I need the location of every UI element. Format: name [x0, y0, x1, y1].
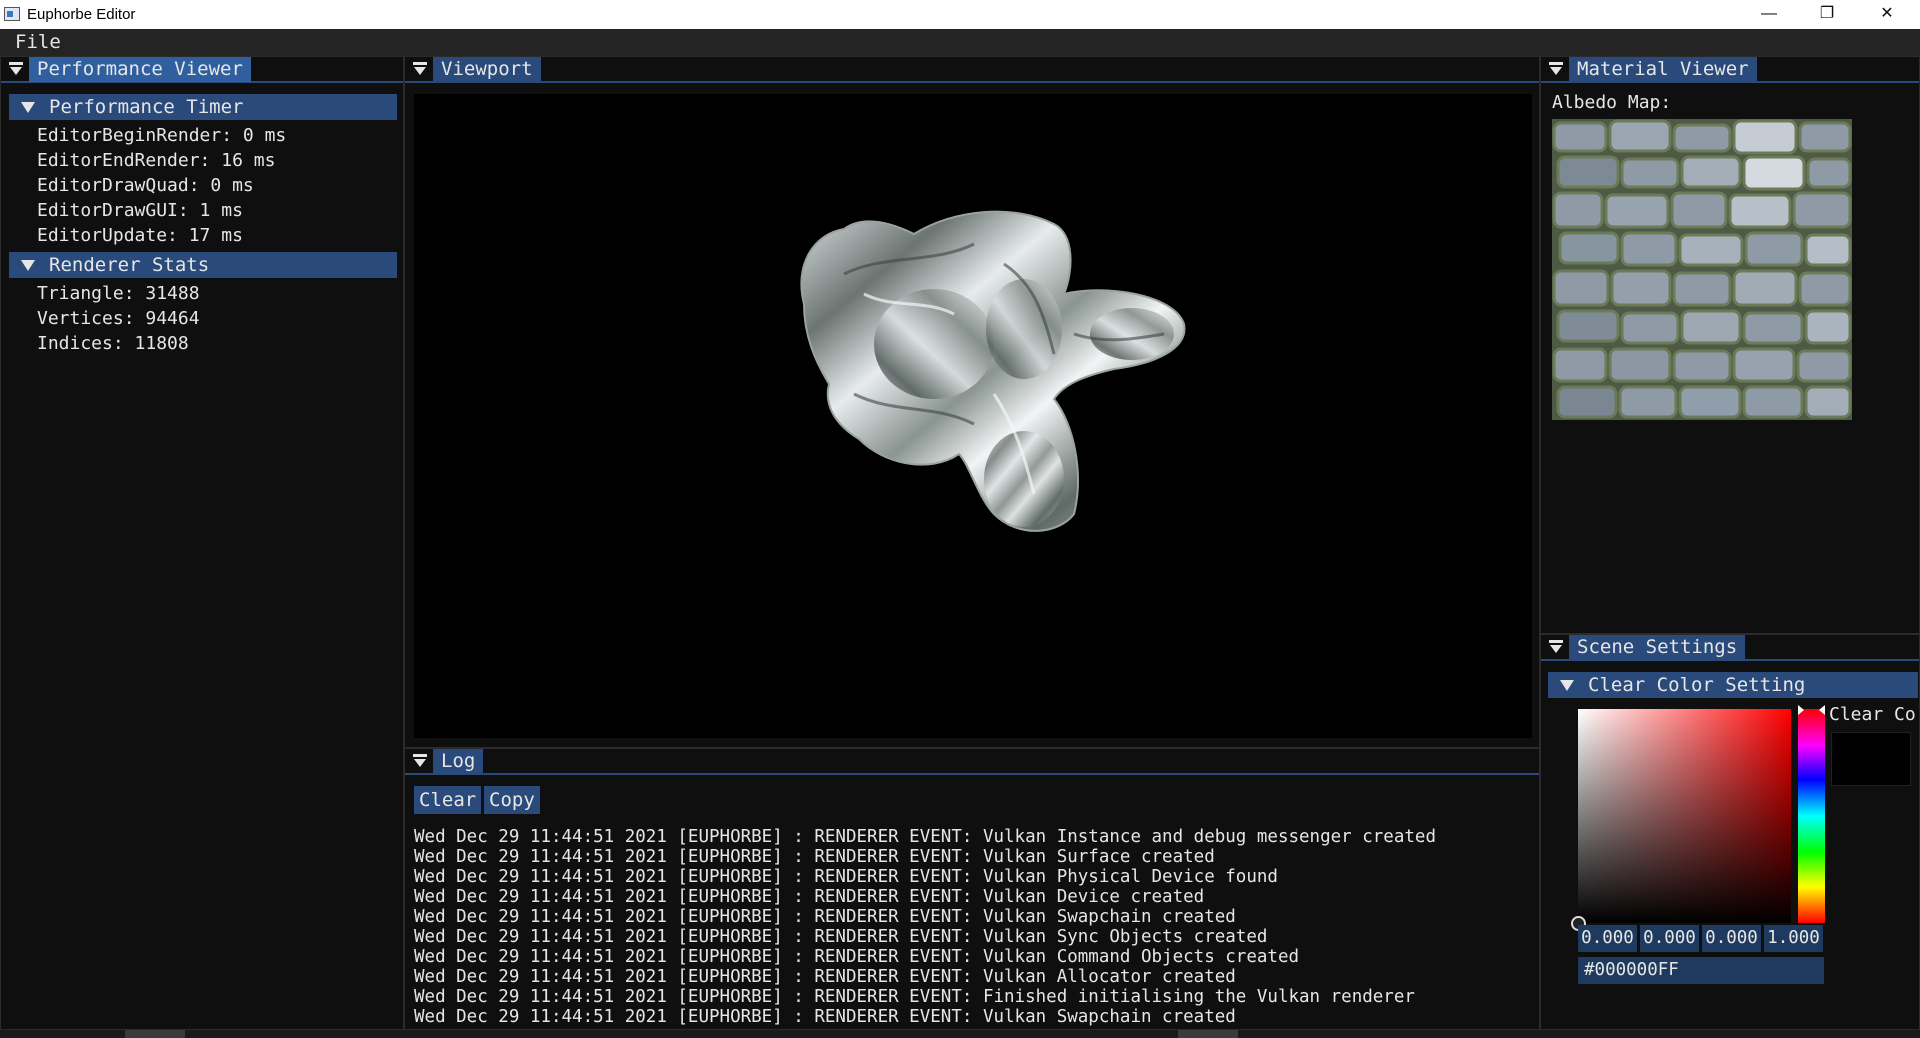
menu-file[interactable]: File — [15, 31, 61, 53]
alpha-field[interactable]: 1.000 — [1764, 925, 1823, 952]
viewport-canvas[interactable] — [414, 94, 1532, 738]
performance-timer-label: Performance Timer — [49, 96, 244, 118]
log-line: Wed Dec 29 11:44:51 2021 [EUPHORBE] : RE… — [414, 827, 1436, 847]
bottom-scrollbar-thumb[interactable] — [1178, 1030, 1238, 1038]
expanded-triangle-icon — [21, 102, 35, 113]
maximize-button[interactable]: ❐ — [1798, 0, 1856, 29]
clear-log-button[interactable]: Clear — [414, 786, 482, 814]
copy-log-button[interactable]: Copy — [484, 786, 540, 814]
stat-line: Indices: 11808 — [37, 333, 189, 354]
tab-viewport[interactable]: Viewport — [433, 57, 541, 82]
saturation-value-picker[interactable] — [1578, 709, 1791, 923]
log-line: Wed Dec 29 11:44:51 2021 [EUPHORBE] : RE… — [414, 907, 1236, 927]
stat-line: Triangle: 31488 — [37, 283, 200, 304]
albedo-map-label: Albedo Map: — [1552, 92, 1672, 113]
hue-slider[interactable] — [1798, 709, 1825, 923]
stat-line: Vertices: 94464 — [37, 308, 200, 329]
minimize-button[interactable]: — — [1740, 0, 1798, 29]
albedo-map-texture — [1552, 119, 1852, 420]
performance-viewer-panel: Performance Viewer Performance Timer Edi… — [0, 56, 404, 1030]
panel-tabbar: Material Viewer — [1541, 57, 1919, 83]
renderer-stats-header[interactable]: Renderer Stats — [9, 252, 397, 278]
cobblestone-texture-image — [1552, 119, 1852, 420]
material-viewer-panel: Material Viewer Albedo Map: — [1540, 56, 1920, 634]
log-line: Wed Dec 29 11:44:51 2021 [EUPHORBE] : RE… — [414, 887, 1205, 907]
collapse-menu-icon[interactable] — [9, 62, 23, 76]
log-line: Wed Dec 29 11:44:51 2021 [EUPHORBE] : RE… — [414, 1007, 1236, 1027]
clear-color-preview-label: Clear Co — [1829, 704, 1916, 725]
timer-line: EditorDrawGUI: 1 ms — [37, 200, 243, 221]
timer-line: EditorUpdate: 17 ms — [37, 225, 243, 246]
hue-marker-icon — [1798, 705, 1804, 715]
panel-tabbar: Performance Viewer — [1, 57, 403, 83]
bottom-scrollbar-thumb[interactable] — [125, 1030, 185, 1038]
collapse-menu-icon[interactable] — [413, 754, 427, 768]
viewport-panel: Viewport — [404, 56, 1540, 748]
clear-color-setting-label: Clear Color Setting — [1588, 674, 1806, 696]
bottom-scrollbar-track — [0, 1030, 1920, 1038]
close-button[interactable]: ✕ — [1858, 0, 1916, 29]
panel-tabbar: Scene Settings — [1541, 635, 1919, 661]
collapse-menu-icon[interactable] — [1549, 640, 1563, 654]
tab-log[interactable]: Log — [433, 749, 484, 774]
expanded-triangle-icon — [21, 260, 35, 271]
log-line: Wed Dec 29 11:44:51 2021 [EUPHORBE] : RE… — [414, 847, 1215, 867]
red-field[interactable]: 0.000 — [1578, 925, 1637, 952]
window-titlebar: Euphorbe Editor — ❐ ✕ — [0, 0, 1920, 29]
panel-tabbar: Viewport — [405, 57, 1539, 83]
scene-settings-panel: Scene Settings Clear Color Setting Clear… — [1540, 634, 1920, 1030]
log-line: Wed Dec 29 11:44:51 2021 [EUPHORBE] : RE… — [414, 987, 1415, 1007]
performance-timer-header[interactable]: Performance Timer — [9, 94, 397, 120]
renderer-stats-label: Renderer Stats — [49, 254, 210, 276]
tab-material-viewer[interactable]: Material Viewer — [1569, 57, 1757, 82]
timer-line: EditorEndRender: 16 ms — [37, 150, 276, 171]
log-output[interactable]: Wed Dec 29 11:44:51 2021 [EUPHORBE] : RE… — [414, 827, 1534, 1027]
monkey-head-render — [800, 210, 1186, 532]
app-icon — [4, 7, 20, 21]
log-line: Wed Dec 29 11:44:51 2021 [EUPHORBE] : RE… — [414, 867, 1278, 887]
clear-color-preview-swatch[interactable] — [1831, 732, 1911, 786]
timer-line: EditorDrawQuad: 0 ms — [37, 175, 254, 196]
clear-color-setting-header[interactable]: Clear Color Setting — [1548, 672, 1918, 698]
hex-color-field[interactable]: #000000FF — [1578, 957, 1824, 984]
tab-scene-settings[interactable]: Scene Settings — [1569, 635, 1746, 660]
log-line: Wed Dec 29 11:44:51 2021 [EUPHORBE] : RE… — [414, 927, 1268, 947]
log-line: Wed Dec 29 11:44:51 2021 [EUPHORBE] : RE… — [414, 967, 1236, 987]
window-title: Euphorbe Editor — [27, 6, 136, 23]
menu-bar: File — [0, 29, 1920, 56]
log-panel: Log Clear Copy Wed Dec 29 11:44:51 2021 … — [404, 748, 1557, 1030]
timer-line: EditorBeginRender: 0 ms — [37, 125, 287, 146]
blue-field[interactable]: 0.000 — [1702, 925, 1761, 952]
green-field[interactable]: 0.000 — [1640, 925, 1699, 952]
log-line: Wed Dec 29 11:44:51 2021 [EUPHORBE] : RE… — [414, 947, 1300, 967]
hue-marker-icon — [1819, 705, 1825, 715]
expanded-triangle-icon — [1560, 680, 1574, 691]
collapse-menu-icon[interactable] — [1549, 62, 1563, 76]
tab-performance-viewer[interactable]: Performance Viewer — [29, 57, 251, 82]
collapse-menu-icon[interactable] — [413, 62, 427, 76]
panel-tabbar: Log — [405, 749, 1539, 775]
